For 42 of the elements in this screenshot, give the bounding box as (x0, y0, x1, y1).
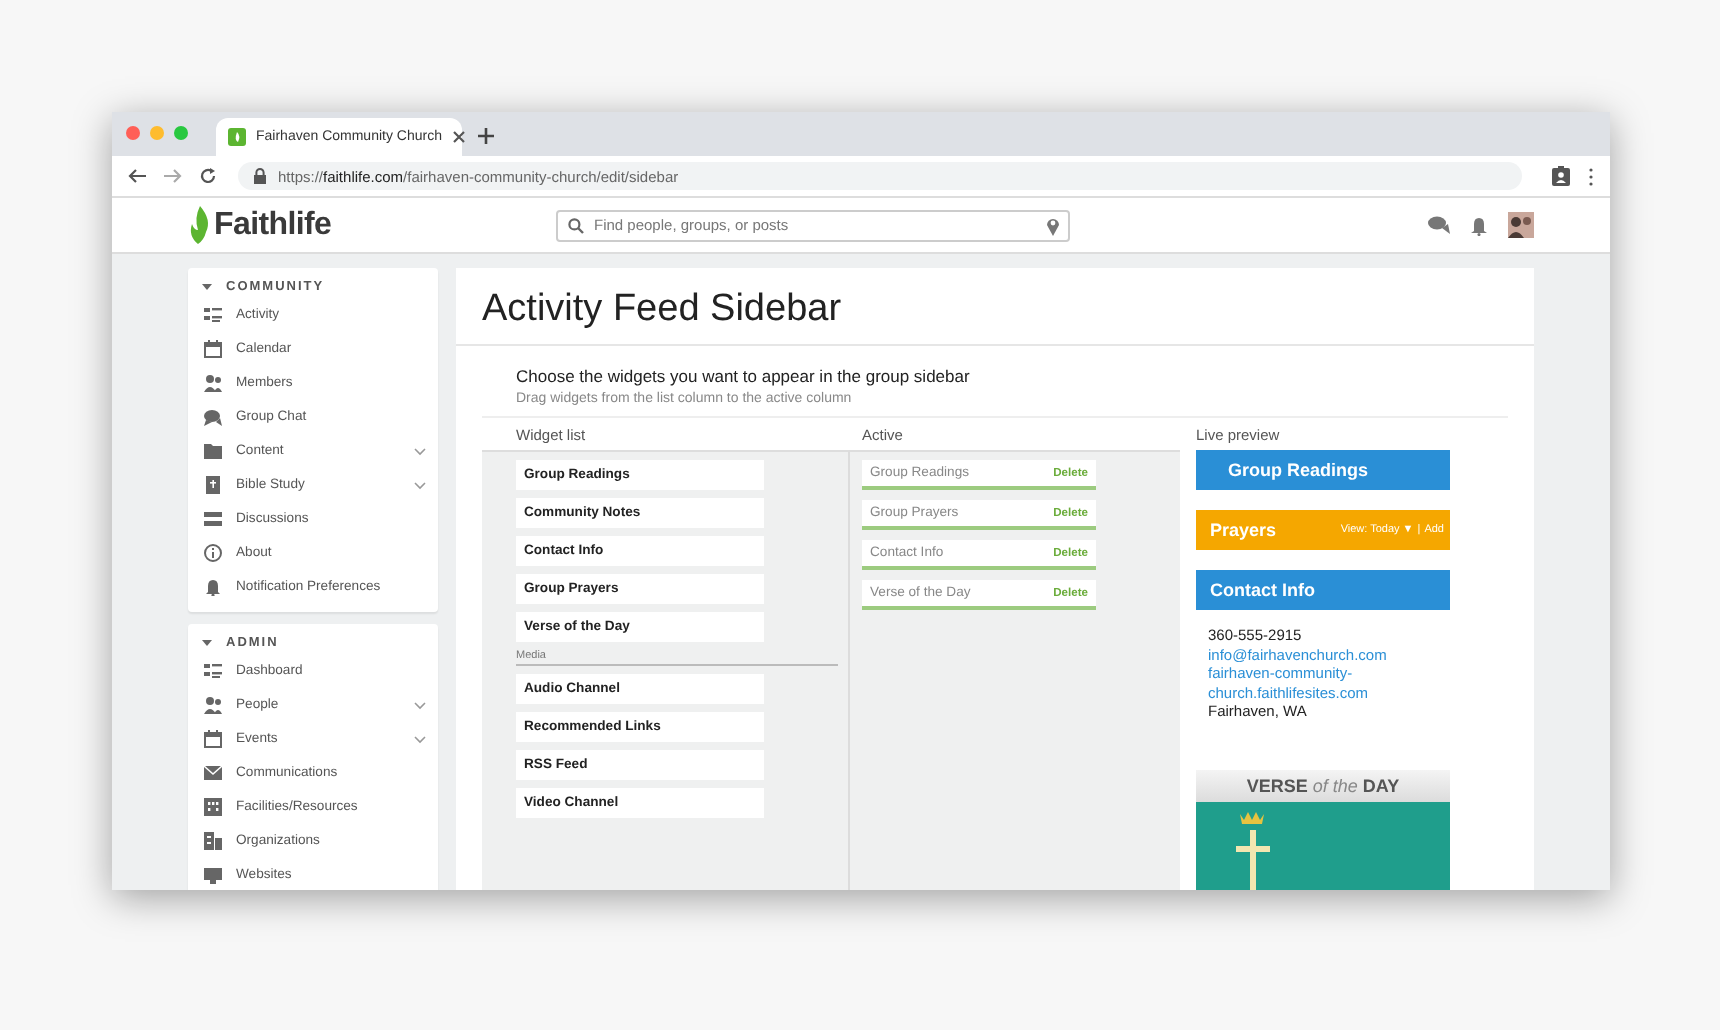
verse-title: VERSE of the DAY (1196, 769, 1450, 801)
cross-drawing (1232, 809, 1272, 890)
info-icon (204, 544, 222, 562)
kebab-menu-icon (1588, 167, 1594, 185)
back-arrow-icon (128, 168, 146, 184)
forward-arrow-icon (164, 168, 182, 184)
envelope-icon (204, 764, 222, 782)
logo-text[interactable]: Faithlife (214, 207, 332, 243)
bars-icon (204, 510, 222, 528)
chevron-down-icon (414, 735, 426, 743)
lock-icon (254, 168, 266, 184)
book-icon (204, 476, 222, 494)
instruction-text: Choose the widgets you want to appear in the group sidebar (516, 366, 972, 386)
buildings-icon (204, 832, 222, 850)
building-icon (204, 798, 222, 816)
chevron-down-icon (414, 447, 426, 455)
people-icon (204, 374, 222, 392)
map-pin-icon (1046, 215, 1060, 235)
widget-title: Prayers (1210, 520, 1277, 540)
calendar-icon (204, 340, 222, 358)
profile-badge-icon (1552, 166, 1570, 186)
avatar-icon (1508, 212, 1534, 238)
chat-bubbles-icon (204, 408, 222, 426)
close-icon (451, 130, 466, 144)
folder-icon (204, 442, 222, 460)
page-title: Activity Feed Sidebar (456, 268, 1534, 346)
bell-icon (204, 578, 222, 596)
chevron-down-icon (414, 481, 426, 489)
bell-icon (1470, 215, 1488, 235)
flame-logo-icon (188, 206, 212, 244)
widget-header: Contact Info (1196, 570, 1450, 610)
new-tab-icon (478, 128, 494, 144)
people-icon (204, 696, 222, 714)
chevron-down-icon (414, 701, 426, 709)
monitor-icon (204, 866, 222, 884)
chat-bubbles-icon (1428, 216, 1450, 234)
calendar-icon (204, 730, 222, 748)
widget-header: Group Readings (1196, 450, 1450, 490)
list-icon (204, 306, 222, 324)
list-icon (204, 662, 222, 680)
favicon-icon (228, 128, 246, 146)
reload-icon (200, 168, 216, 184)
